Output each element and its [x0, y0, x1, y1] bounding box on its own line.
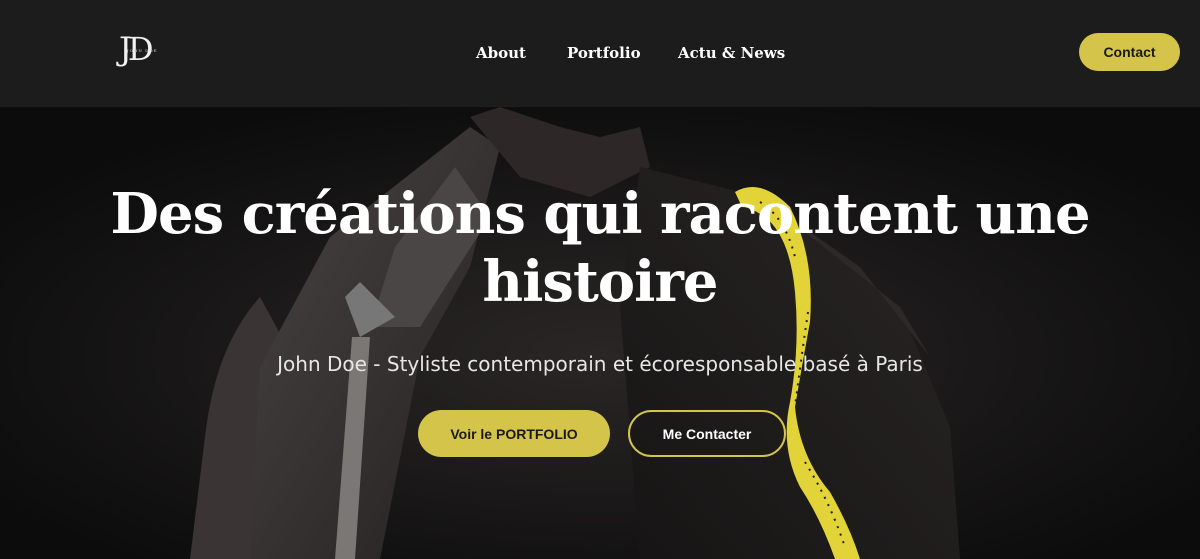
main-nav: About Portfolio Actu & News: [0, 42, 1200, 64]
contact-me-button[interactable]: Me Contacter: [628, 410, 786, 457]
nav-portfolio-link[interactable]: Portfolio: [567, 42, 641, 64]
hero-section: [0, 107, 1200, 559]
nav-about-link[interactable]: About: [476, 42, 526, 64]
view-portfolio-button[interactable]: Voir le PORTFOLIO: [418, 410, 610, 457]
contact-button[interactable]: Contact: [1079, 33, 1180, 71]
site-header: JD JOHN DOE About Portfolio Actu & News …: [0, 0, 1200, 107]
nav-news-link[interactable]: Actu & News: [678, 42, 785, 64]
hero-background-image: [0, 107, 1200, 559]
